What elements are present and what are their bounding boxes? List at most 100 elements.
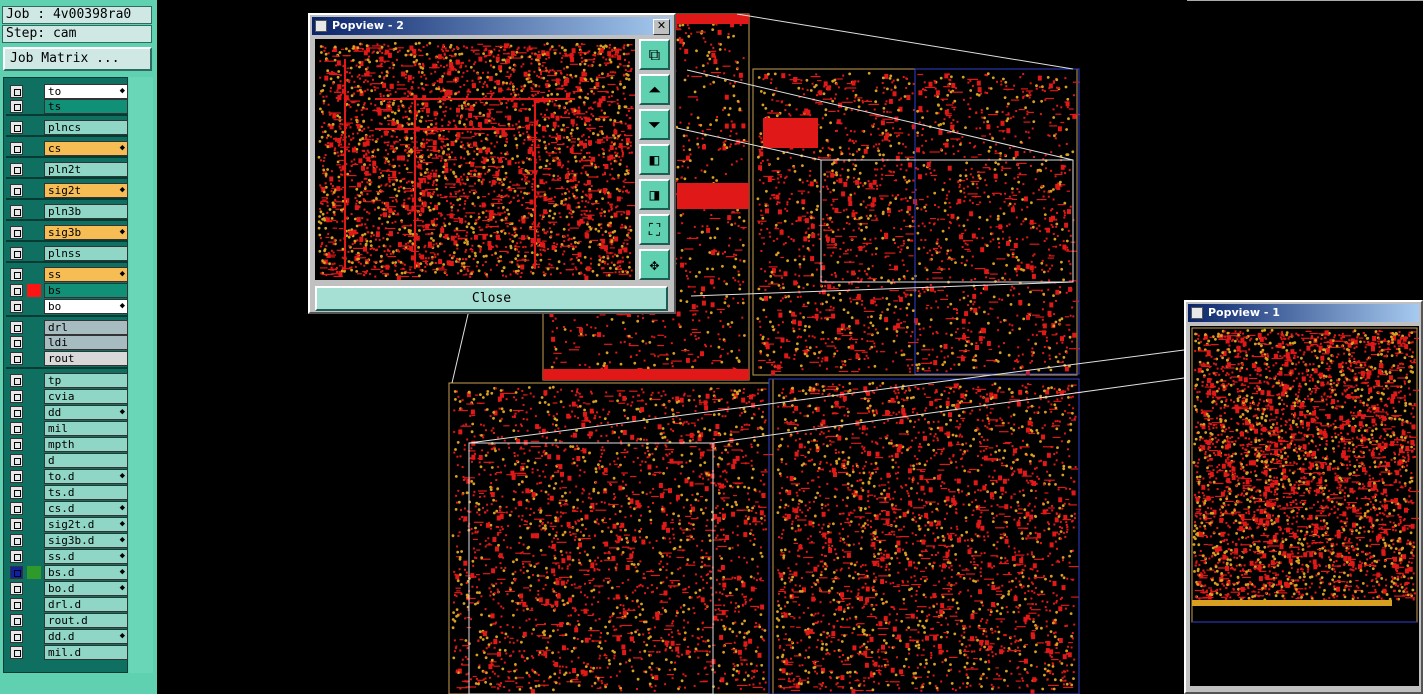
layer-checkbox[interactable] [10, 630, 23, 643]
layer-row-sig3b-d[interactable]: sig3b.d ◆ [8, 533, 128, 548]
layer-checkbox[interactable] [10, 336, 23, 349]
layer-name[interactable]: bo.d ◆ [44, 581, 128, 596]
layer-checkbox[interactable] [10, 268, 23, 281]
layer-row-d[interactable]: d [8, 453, 128, 468]
layer-name[interactable]: drl.d [44, 597, 128, 612]
layer-name[interactable]: ss.d ◆ [44, 549, 128, 564]
layer-checkbox[interactable] [10, 374, 23, 387]
layer-name[interactable]: cs.d ◆ [44, 501, 128, 516]
layer-row-pln2t[interactable]: pln2t [8, 162, 128, 177]
layer-row-to[interactable]: to ◆ [8, 84, 128, 99]
layer-name[interactable]: to.d ◆ [44, 469, 128, 484]
layer-checkbox[interactable] [10, 284, 23, 297]
layer-name[interactable]: bs.d ◆ [44, 565, 128, 580]
layer-row-sig2t[interactable]: sig2t ◆ [8, 183, 128, 198]
layer-row-ss[interactable]: ss ◆ [8, 267, 128, 282]
layer-name[interactable]: pln3b [44, 204, 128, 219]
layer-name[interactable]: ss ◆ [44, 267, 128, 282]
layer-checkbox[interactable] [10, 454, 23, 467]
layer-row-cs-d[interactable]: cs.d ◆ [8, 501, 128, 516]
layer-name[interactable]: sig3b ◆ [44, 225, 128, 240]
layer-row-mpth[interactable]: mpth [8, 437, 128, 452]
layer-name[interactable]: mil.d [44, 645, 128, 660]
layer-row-bs[interactable]: bs [8, 283, 128, 298]
layer-checkbox[interactable] [10, 486, 23, 499]
layer-row-ss-d[interactable]: ss.d ◆ [8, 549, 128, 564]
layer-checkbox[interactable] [10, 614, 23, 627]
layer-checkbox[interactable] [10, 582, 23, 595]
layer-name[interactable]: mil [44, 421, 128, 436]
layer-checkbox[interactable] [10, 646, 23, 659]
layer-name[interactable]: sig2t ◆ [44, 183, 128, 198]
layer-name[interactable]: cvia [44, 389, 128, 404]
layer-checkbox[interactable] [10, 438, 23, 451]
layer-name[interactable]: plncs [44, 120, 128, 135]
layer-checkbox[interactable] [10, 100, 23, 113]
layer-row-ldi[interactable]: ldi [8, 335, 128, 350]
layer-checkbox[interactable] [10, 470, 23, 483]
layer-name[interactable]: rout [44, 351, 128, 366]
layer-name[interactable]: sig2t.d ◆ [44, 517, 128, 532]
layer-row-rout[interactable]: rout [8, 351, 128, 366]
layer-checkbox[interactable] [10, 390, 23, 403]
layer-row-plnss[interactable]: plnss [8, 246, 128, 261]
layer-checkbox[interactable] [10, 184, 23, 197]
layer-row-mil[interactable]: mil [8, 421, 128, 436]
layer-row-rout-d[interactable]: rout.d [8, 613, 128, 628]
layer-list-scrollbar[interactable] [129, 77, 153, 673]
layer-checkbox[interactable] [10, 321, 23, 334]
layer-row-cs[interactable]: cs ◆ [8, 141, 128, 156]
layer-name[interactable]: ldi [44, 335, 128, 350]
layer-checkbox[interactable] [10, 598, 23, 611]
layer-checkbox[interactable] [10, 352, 23, 365]
layer-checkbox[interactable] [10, 142, 23, 155]
layer-row-cvia[interactable]: cvia [8, 389, 128, 404]
layer-name[interactable]: cs ◆ [44, 141, 128, 156]
layer-name[interactable]: bo ◆ [44, 299, 128, 314]
layer-row-sig2t-d[interactable]: sig2t.d ◆ [8, 517, 128, 532]
job-matrix-button[interactable]: Job Matrix ... [3, 47, 152, 71]
layer-name[interactable]: d [44, 453, 128, 468]
layer-checkbox[interactable] [10, 85, 23, 98]
layer-checkbox[interactable] [10, 566, 23, 579]
layer-name[interactable]: dd.d ◆ [44, 629, 128, 644]
layer-row-dd-d[interactable]: dd.d ◆ [8, 629, 128, 644]
layer-checkbox[interactable] [10, 534, 23, 547]
layer-row-pln3b[interactable]: pln3b [8, 204, 128, 219]
layer-row-to-d[interactable]: to.d ◆ [8, 469, 128, 484]
layer-row-ts[interactable]: ts [8, 99, 128, 114]
layer-checkbox[interactable] [10, 163, 23, 176]
layer-checkbox[interactable] [10, 247, 23, 260]
layer-name[interactable]: drl [44, 320, 128, 335]
layer-name[interactable]: pln2t [44, 162, 128, 177]
layer-checkbox[interactable] [10, 550, 23, 563]
layer-checkbox[interactable] [10, 406, 23, 419]
layer-name[interactable]: bs [44, 283, 128, 298]
layer-row-tp[interactable]: tp [8, 373, 128, 388]
layer-checkbox[interactable] [10, 226, 23, 239]
layer-row-bo-d[interactable]: bo.d ◆ [8, 581, 128, 596]
layer-name[interactable]: ts.d [44, 485, 128, 500]
layer-name[interactable]: rout.d [44, 613, 128, 628]
layer-row-ts-d[interactable]: ts.d [8, 485, 128, 500]
layer-name[interactable]: to ◆ [44, 84, 128, 99]
layer-name[interactable]: dd ◆ [44, 405, 128, 420]
layer-checkbox[interactable] [10, 205, 23, 218]
layer-checkbox[interactable] [10, 121, 23, 134]
layer-name[interactable]: sig3b.d ◆ [44, 533, 128, 548]
layer-checkbox[interactable] [10, 422, 23, 435]
layer-checkbox[interactable] [10, 502, 23, 515]
layer-name[interactable]: plnss [44, 246, 128, 261]
layer-name[interactable]: mpth [44, 437, 128, 452]
layer-row-bo[interactable]: bo ◆ [8, 299, 128, 314]
layer-checkbox[interactable] [10, 518, 23, 531]
layer-row-bs-d[interactable]: bs.d ◆ [8, 565, 128, 580]
layer-row-drl-d[interactable]: drl.d [8, 597, 128, 612]
layer-name[interactable]: ts [44, 99, 128, 114]
layer-row-sig3b[interactable]: sig3b ◆ [8, 225, 128, 240]
layer-row-dd[interactable]: dd ◆ [8, 405, 128, 420]
layer-row-plncs[interactable]: plncs [8, 120, 128, 135]
layer-name[interactable]: tp [44, 373, 128, 388]
layer-row-drl[interactable]: drl [8, 320, 128, 335]
layer-row-mil-d[interactable]: mil.d [8, 645, 128, 660]
